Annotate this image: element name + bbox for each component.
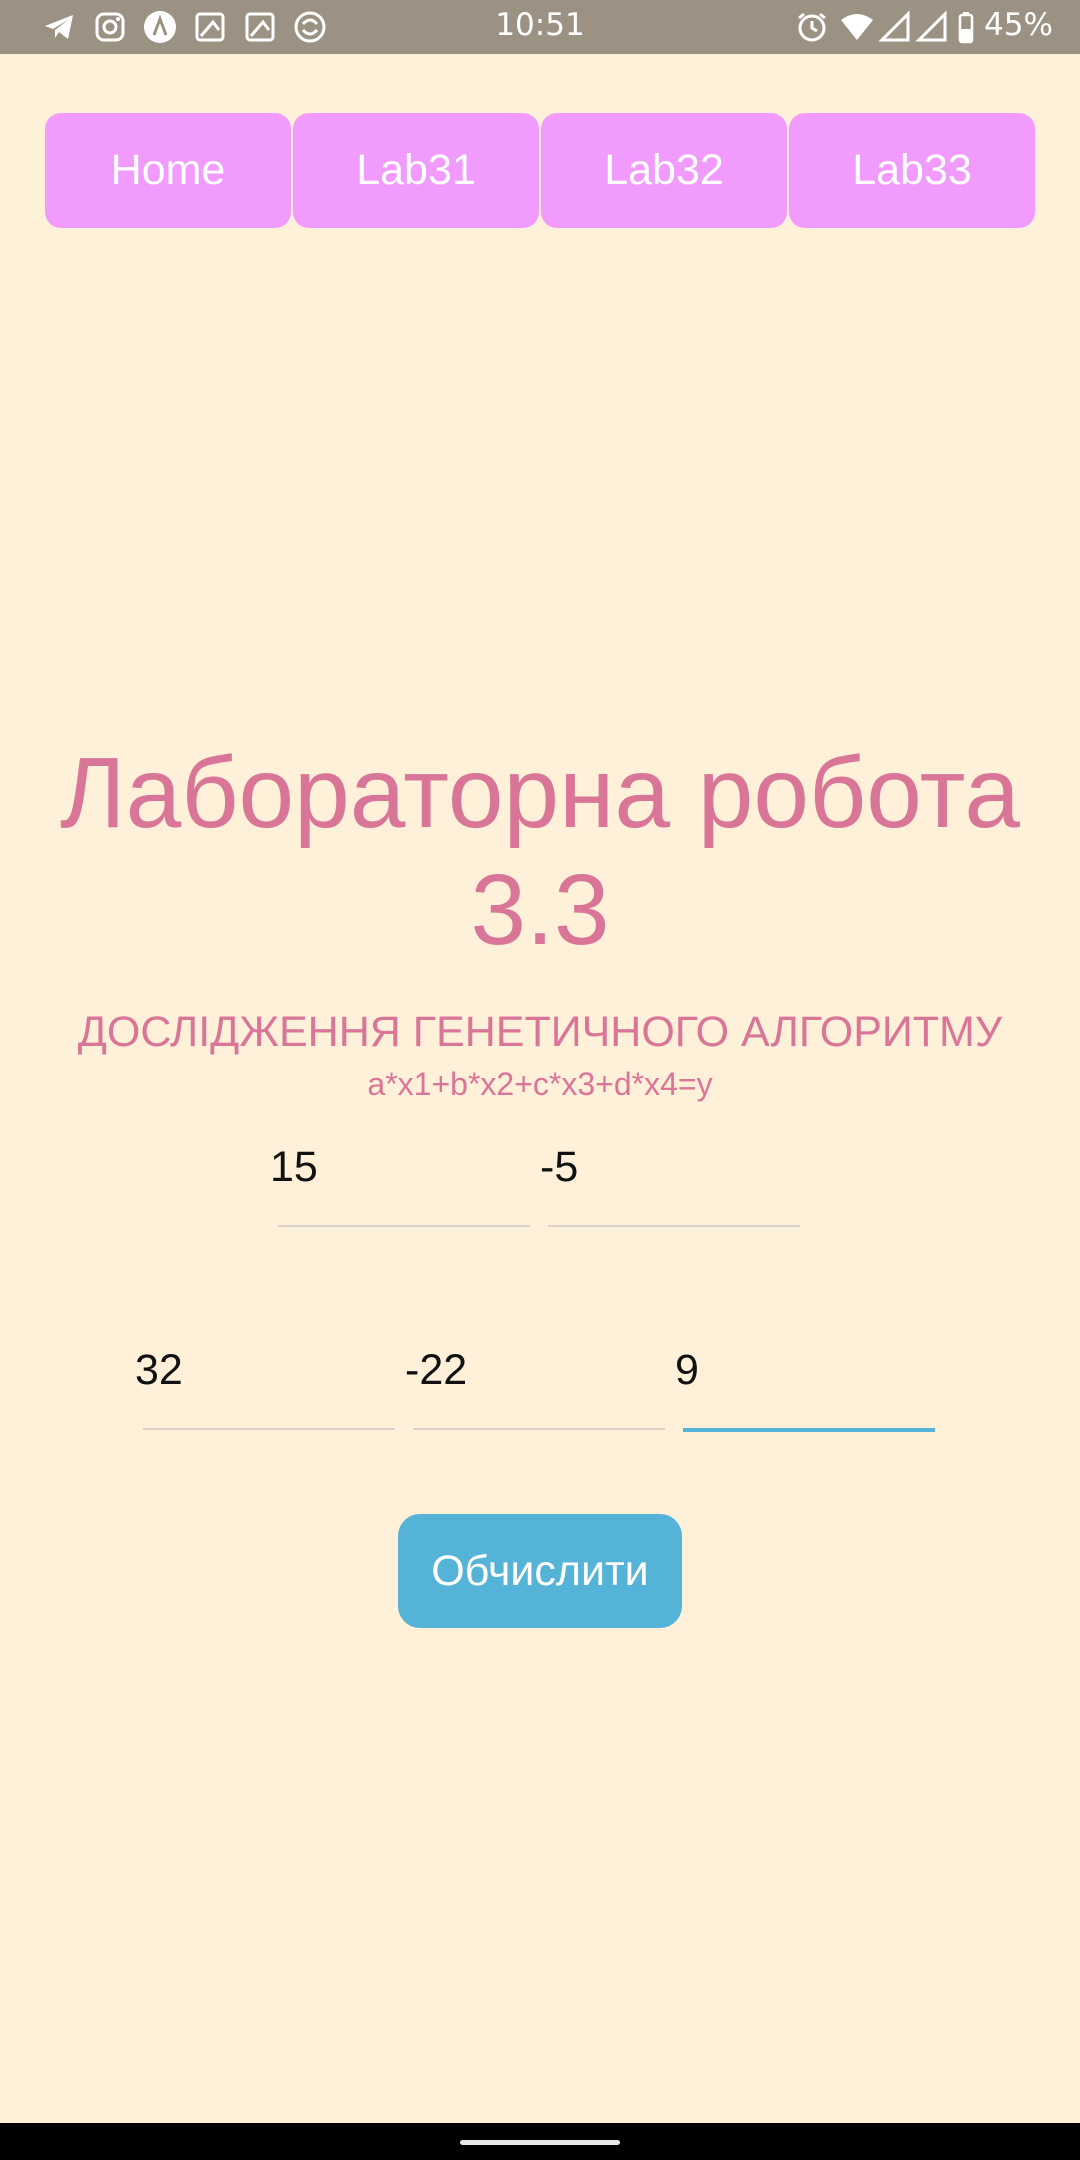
input-field-4[interactable]: -22	[405, 1336, 665, 1430]
input-field-5[interactable]: 9	[675, 1336, 935, 1432]
status-bar: 10:51 45%	[0, 0, 1080, 54]
input-value: 9	[675, 1346, 699, 1394]
page-title: Лабораторна робота 3.3	[60, 737, 1020, 966]
tab-lab33[interactable]: Lab33	[789, 113, 1035, 228]
input-field-1[interactable]: 15	[270, 1133, 530, 1227]
input-field-3[interactable]: 32	[135, 1336, 395, 1430]
alarm-icon	[798, 12, 826, 42]
home-gesture-bar[interactable]	[460, 2140, 620, 2145]
battery-percentage: 45%	[984, 7, 1053, 43]
input-field-2[interactable]: -5	[540, 1133, 800, 1227]
wifi-icon	[841, 14, 873, 40]
input-value: 15	[270, 1143, 318, 1191]
navigation-bar	[0, 2123, 1080, 2160]
tab-home[interactable]: Home	[45, 113, 291, 228]
page-subtitle: ДОСЛІДЖЕННЯ ГЕНЕТИЧНОГО АЛГОРИТМУ	[77, 1008, 1003, 1056]
signal-icon	[915, 10, 947, 42]
tab-bar: Home Lab31 Lab32 Lab33	[45, 113, 1035, 228]
tab-lab31[interactable]: Lab31	[293, 113, 539, 228]
calculate-button[interactable]: Обчислити	[398, 1514, 682, 1628]
input-value: 32	[135, 1346, 183, 1394]
input-value: -22	[405, 1346, 468, 1394]
signal-icon	[878, 10, 910, 42]
equation-formula: a*x1+b*x2+c*x3+d*x4=y	[367, 1066, 713, 1102]
input-value: -5	[540, 1143, 579, 1191]
battery-icon	[958, 12, 974, 44]
tab-lab32[interactable]: Lab32	[541, 113, 787, 228]
